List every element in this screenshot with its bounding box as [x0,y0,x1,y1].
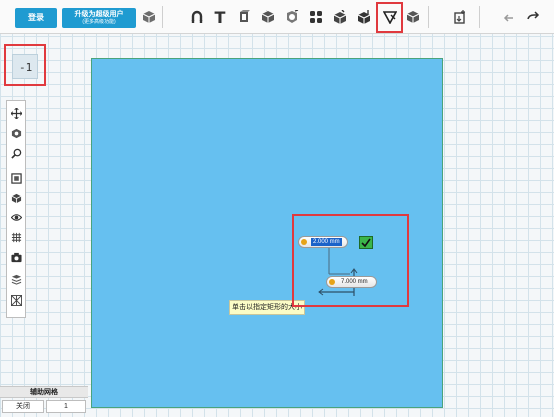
main-toolbar: 登录 升级为超级用户 (更多高级功能) T [0,0,554,34]
magnet-icon[interactable] [189,9,205,25]
array-icon[interactable] [308,9,324,25]
aux-grid-size-field[interactable]: 1 [46,400,86,413]
redo-icon[interactable] [525,9,541,25]
push-pull-icon[interactable] [260,9,276,25]
text-tool-icon[interactable]: T [212,7,228,27]
view-tool-panel [6,100,26,318]
login-button-label: 登录 [28,13,44,22]
aux-grid-header: 辅助网格 [0,386,88,398]
view-cube-icon[interactable] [10,192,23,205]
login-button[interactable]: 登录 [15,8,57,28]
zoom-icon[interactable] [10,147,23,160]
toolbar-highlight-box [376,2,403,33]
fillet-icon[interactable] [405,9,421,25]
chamfer-icon[interactable] [332,9,348,25]
grid-view-icon[interactable] [10,231,23,244]
upgrade-button[interactable]: 升级为超级用户 (更多高级功能) [62,8,136,28]
revolve-icon[interactable] [284,9,300,25]
extrude-icon[interactable] [236,9,252,25]
import-icon[interactable] [452,9,468,25]
upgrade-button-subtitle: (更多高级功能) [82,19,116,25]
toolbar-separator [479,6,480,28]
cube-icon[interactable] [141,9,157,25]
aux-grid-toggle[interactable]: 关闭 [2,400,44,413]
toolbar-separator [162,6,163,28]
upgrade-button-title: 升级为超级用户 [74,11,124,18]
rotate-view-icon[interactable] [10,127,23,140]
grid-toggle-highlight-box [4,44,46,86]
aux-grid-title: 辅助网格 [30,389,58,396]
undo-icon[interactable] [500,9,516,25]
move-icon[interactable] [10,107,23,120]
shell-icon[interactable] [356,9,372,25]
materials-icon[interactable] [10,294,23,307]
visibility-icon[interactable] [10,211,23,224]
text-tool-glyph: T [214,7,226,27]
aux-grid-size-value: 1 [64,403,68,410]
dimension-highlight-box [292,214,409,307]
camera-icon[interactable] [10,251,23,264]
toolbar-separator [428,6,429,28]
fit-view-icon[interactable] [10,172,23,185]
aux-grid-toggle-label: 关闭 [16,403,30,410]
layers-icon[interactable] [10,273,23,286]
